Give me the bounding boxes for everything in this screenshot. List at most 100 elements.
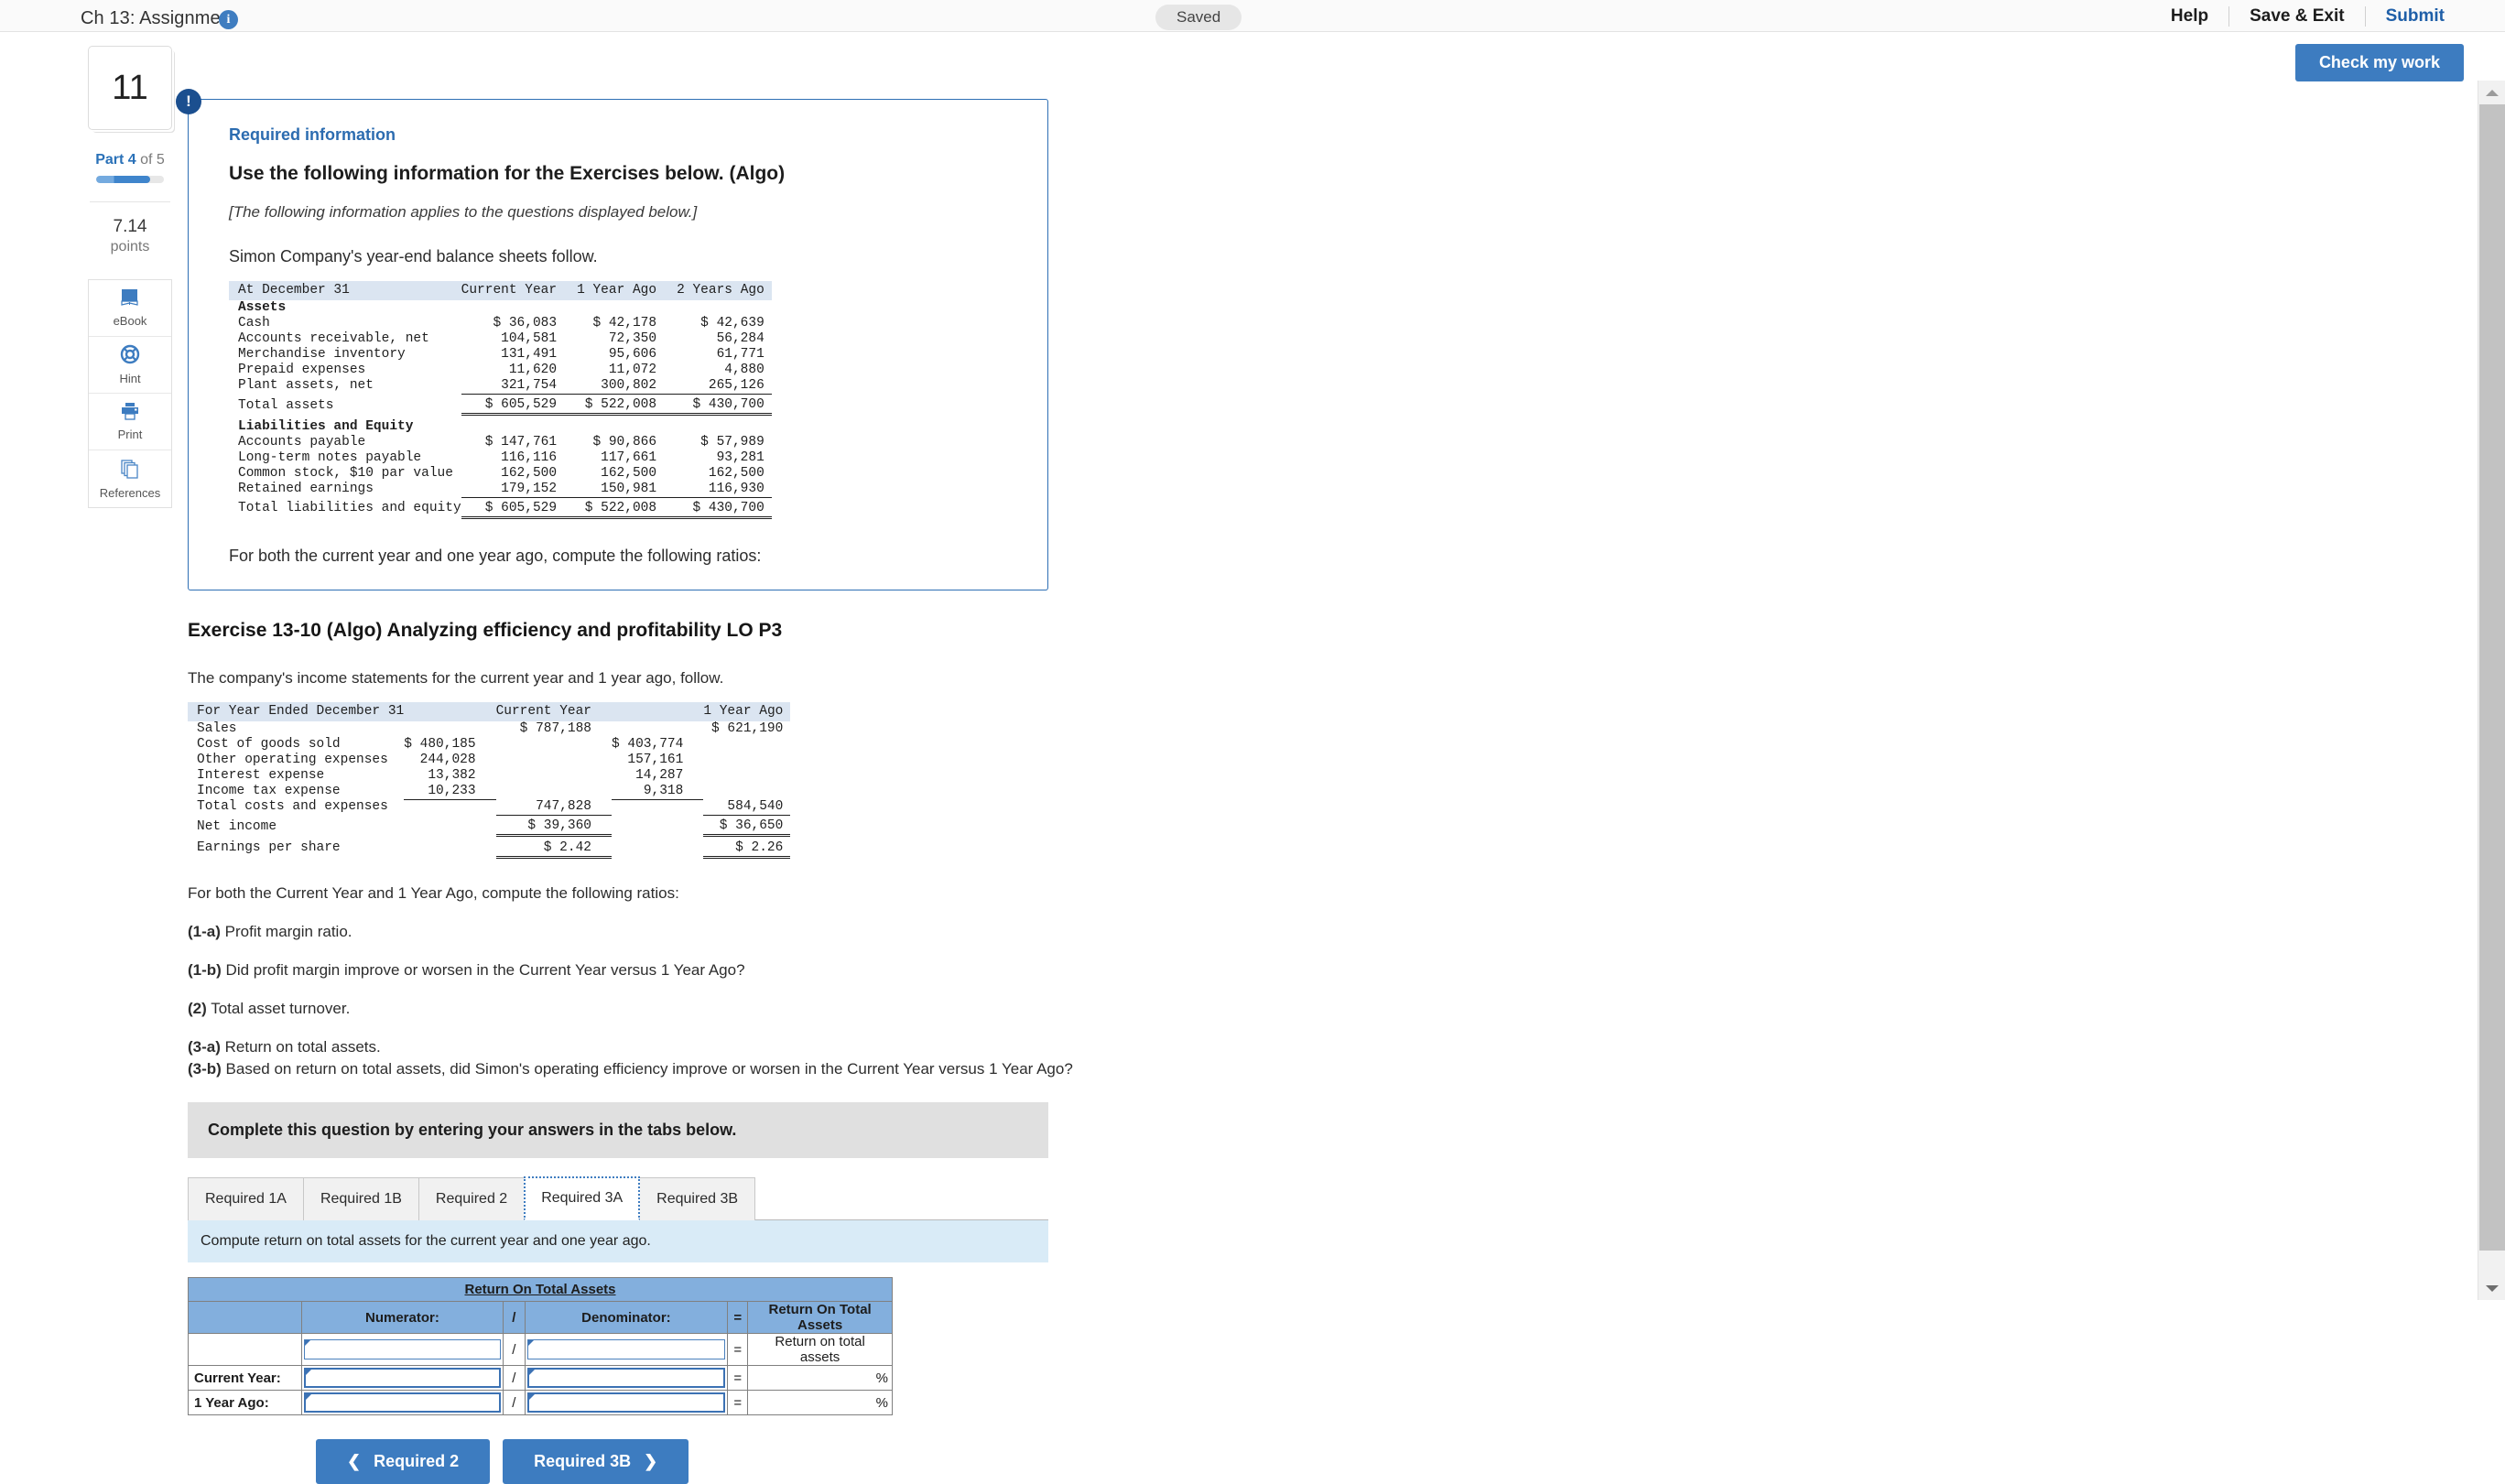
numerator-input-current-year[interactable] bbox=[303, 1368, 502, 1388]
table-row-total: Net income $ 39,360 $ 36,650 bbox=[188, 815, 791, 837]
col-equals: = bbox=[727, 1301, 749, 1334]
numerator-input-formula[interactable] bbox=[303, 1339, 502, 1359]
row-value bbox=[612, 836, 703, 858]
chevron-left-icon: ❮ bbox=[347, 1452, 362, 1470]
tab-required-3b[interactable]: Required 3B bbox=[639, 1177, 756, 1220]
numerator-cell-one-year-ago[interactable] bbox=[300, 1390, 504, 1415]
income-statement-table: For Year Ended December 31 Current Year … bbox=[188, 701, 791, 859]
tab-required-3a[interactable]: Required 3A bbox=[524, 1176, 641, 1220]
points-block: 7.14 points bbox=[88, 217, 172, 255]
tool-ebook[interactable]: eBook bbox=[89, 280, 171, 337]
tool-print[interactable]: Print bbox=[89, 394, 171, 450]
denominator-input-current-year[interactable] bbox=[526, 1368, 726, 1388]
scroll-down-button[interactable] bbox=[2478, 1276, 2505, 1300]
previous-required-button[interactable]: ❮ Required 2 bbox=[316, 1439, 491, 1484]
row-value: $ 430,700 bbox=[677, 394, 772, 416]
table-row: Sales $ 787,188 $ 621,190 bbox=[188, 721, 790, 737]
row-value: 61,771 bbox=[716, 347, 765, 362]
ebook-icon bbox=[120, 288, 140, 311]
page-scrollbar[interactable] bbox=[2478, 81, 2505, 1300]
scrollbar-thumb[interactable] bbox=[2479, 104, 2505, 1251]
numerator-input-one-year-ago[interactable] bbox=[303, 1392, 502, 1413]
denominator-cell-one-year-ago[interactable] bbox=[524, 1390, 729, 1415]
question-text-1b: Did profit margin improve or worsen in t… bbox=[221, 961, 745, 979]
tab-required-2[interactable]: Required 2 bbox=[418, 1177, 526, 1220]
tab-required-1a[interactable]: Required 1A bbox=[188, 1177, 304, 1220]
question-3a: (3-a) Return on total assets. bbox=[188, 1038, 1286, 1056]
scroll-up-button[interactable] bbox=[2478, 81, 2505, 104]
tool-references[interactable]: References bbox=[89, 450, 171, 507]
result-current-year: % bbox=[747, 1365, 893, 1391]
row-value: $ 57,989 bbox=[700, 434, 765, 450]
table-row: Interest expense 13,382 14,287 bbox=[188, 768, 790, 784]
row-value: $ 522,008 bbox=[577, 497, 678, 519]
row-value: $ 90,866 bbox=[592, 434, 657, 450]
table-row: 1 Year Ago: / = % bbox=[188, 1390, 893, 1415]
previous-button-label: Required 2 bbox=[374, 1452, 460, 1470]
required-information-note: [The following information applies to th… bbox=[229, 203, 698, 221]
question-rail: 11 Part 4 of 5 7.14 points eBook Hint Pr… bbox=[88, 46, 172, 508]
return-on-total-assets-table: Return On Total Assets Numerator: / Deno… bbox=[188, 1277, 893, 1415]
row-value bbox=[703, 753, 790, 768]
table-row: Accounts payable $ 147,761 $ 90,866 $ 57… bbox=[229, 435, 772, 450]
save-and-exit-link[interactable]: Save & Exit bbox=[2229, 6, 2365, 27]
table-row: Cost of goods sold $ 480,185 $ 403,774 bbox=[188, 737, 790, 753]
required-tabs: Required 1A Required 1B Required 2 Requi… bbox=[188, 1176, 1286, 1220]
tab-required-1b[interactable]: Required 1B bbox=[302, 1177, 419, 1220]
numerator-cell-formula[interactable] bbox=[300, 1333, 504, 1366]
question-number: 11 bbox=[88, 46, 172, 130]
row-value bbox=[404, 799, 495, 816]
row-value bbox=[496, 737, 612, 753]
numerator-cell-current-year[interactable] bbox=[300, 1365, 504, 1391]
next-required-button[interactable]: Required 3B ❯ bbox=[503, 1439, 689, 1484]
row-label-current-year: Current Year: bbox=[188, 1365, 302, 1391]
table-header-row: At December 31 Current Year 1 Year Ago 2… bbox=[229, 281, 772, 300]
row-value: $ 430,700 bbox=[677, 497, 772, 519]
table-row: Cash $ 36,083 $ 42,178 $ 42,639 bbox=[229, 316, 772, 331]
navigation-buttons: ❮ Required 2 Required 3B ❯ bbox=[188, 1439, 1286, 1484]
col-slash: / bbox=[503, 1301, 526, 1334]
row-value bbox=[404, 721, 495, 737]
row-value: 11,072 bbox=[608, 363, 657, 377]
col-numerator: Numerator: bbox=[300, 1301, 504, 1334]
row-value: $ 522,008 bbox=[577, 394, 678, 416]
page-title: Ch 13: Assignment bbox=[81, 8, 236, 28]
is-col-cy: Current Year bbox=[495, 701, 612, 721]
chevron-right-icon: ❯ bbox=[644, 1452, 658, 1470]
slash-symbol: / bbox=[503, 1390, 526, 1415]
denominator-cell-current-year[interactable] bbox=[524, 1365, 729, 1391]
balance-sheet-intro: Simon Company's year-end balance sheets … bbox=[229, 247, 598, 265]
table-row: / = Return on total assets bbox=[188, 1333, 893, 1366]
row-value: 584,540 bbox=[703, 799, 791, 816]
row-value: 131,491 bbox=[501, 347, 558, 362]
row-label: Earnings per share bbox=[197, 840, 341, 855]
row-value: 13,382 bbox=[428, 767, 476, 783]
denominator-cell-formula[interactable] bbox=[524, 1333, 729, 1366]
info-icon[interactable]: i bbox=[219, 10, 238, 29]
row-value: 321,754 bbox=[461, 378, 578, 395]
question-3b: (3-b) Based on return on total assets, d… bbox=[188, 1060, 1286, 1078]
col-blank bbox=[188, 1301, 302, 1334]
table-row: Liabilities and Equity bbox=[229, 415, 772, 435]
table-row: Prepaid expenses 11,620 11,072 4,880 bbox=[229, 363, 772, 378]
check-my-work-button[interactable]: Check my work bbox=[2294, 44, 2464, 81]
table-row: Accounts receivable, net 104,581 72,350 … bbox=[229, 331, 772, 347]
help-link[interactable]: Help bbox=[2151, 6, 2228, 27]
denominator-input-one-year-ago[interactable] bbox=[526, 1392, 726, 1413]
row-value: 162,500 bbox=[501, 465, 558, 481]
row-value: $ 42,639 bbox=[700, 316, 765, 330]
row-label: Cost of goods sold bbox=[197, 736, 341, 752]
submit-link[interactable]: Submit bbox=[2366, 6, 2465, 27]
row-value: 116,116 bbox=[501, 450, 558, 465]
next-button-label: Required 3B bbox=[534, 1452, 632, 1470]
row-label: Plant assets, net bbox=[238, 378, 374, 394]
table-row: Plant assets, net 321,754 300,802 265,12… bbox=[229, 378, 772, 395]
table-header-row: For Year Ended December 31 Current Year … bbox=[188, 701, 791, 721]
row-label: Total costs and expenses bbox=[197, 799, 388, 815]
row-label: Sales bbox=[197, 720, 237, 736]
tool-hint[interactable]: Hint bbox=[89, 337, 171, 394]
denominator-input-formula[interactable] bbox=[526, 1339, 726, 1359]
col-denominator: Denominator: bbox=[524, 1301, 729, 1334]
row-value bbox=[404, 836, 495, 858]
row-value: 300,802 bbox=[577, 378, 678, 395]
